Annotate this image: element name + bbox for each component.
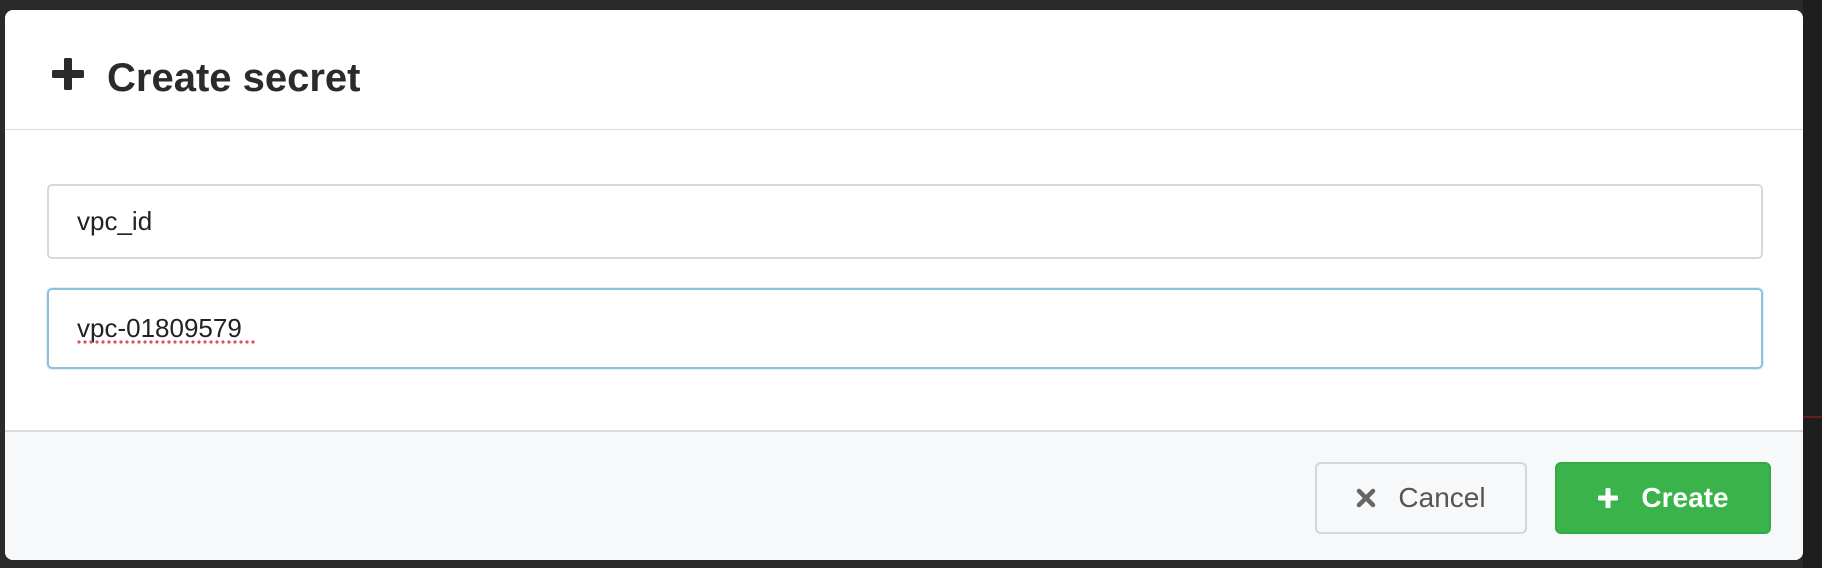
create-button-label: Create	[1641, 482, 1729, 513]
modal-footer: Cancel Create	[5, 430, 1803, 560]
backdrop-edge	[1803, 0, 1822, 568]
secret-key-input[interactable]	[47, 184, 1763, 259]
modal-header: Create secret	[5, 10, 1803, 130]
modal-body	[5, 130, 1803, 439]
cancel-button[interactable]: Cancel	[1315, 462, 1527, 534]
modal-title: Create secret	[107, 56, 361, 100]
create-secret-modal: Create secret Cancel Create	[5, 10, 1803, 560]
backdrop-divider	[1803, 416, 1822, 418]
times-icon	[1356, 488, 1376, 508]
cancel-button-label: Cancel	[1398, 482, 1486, 513]
plus-icon	[1597, 487, 1619, 509]
secret-value-input[interactable]	[47, 288, 1763, 369]
plus-icon	[51, 57, 85, 91]
create-button[interactable]: Create	[1555, 462, 1771, 534]
